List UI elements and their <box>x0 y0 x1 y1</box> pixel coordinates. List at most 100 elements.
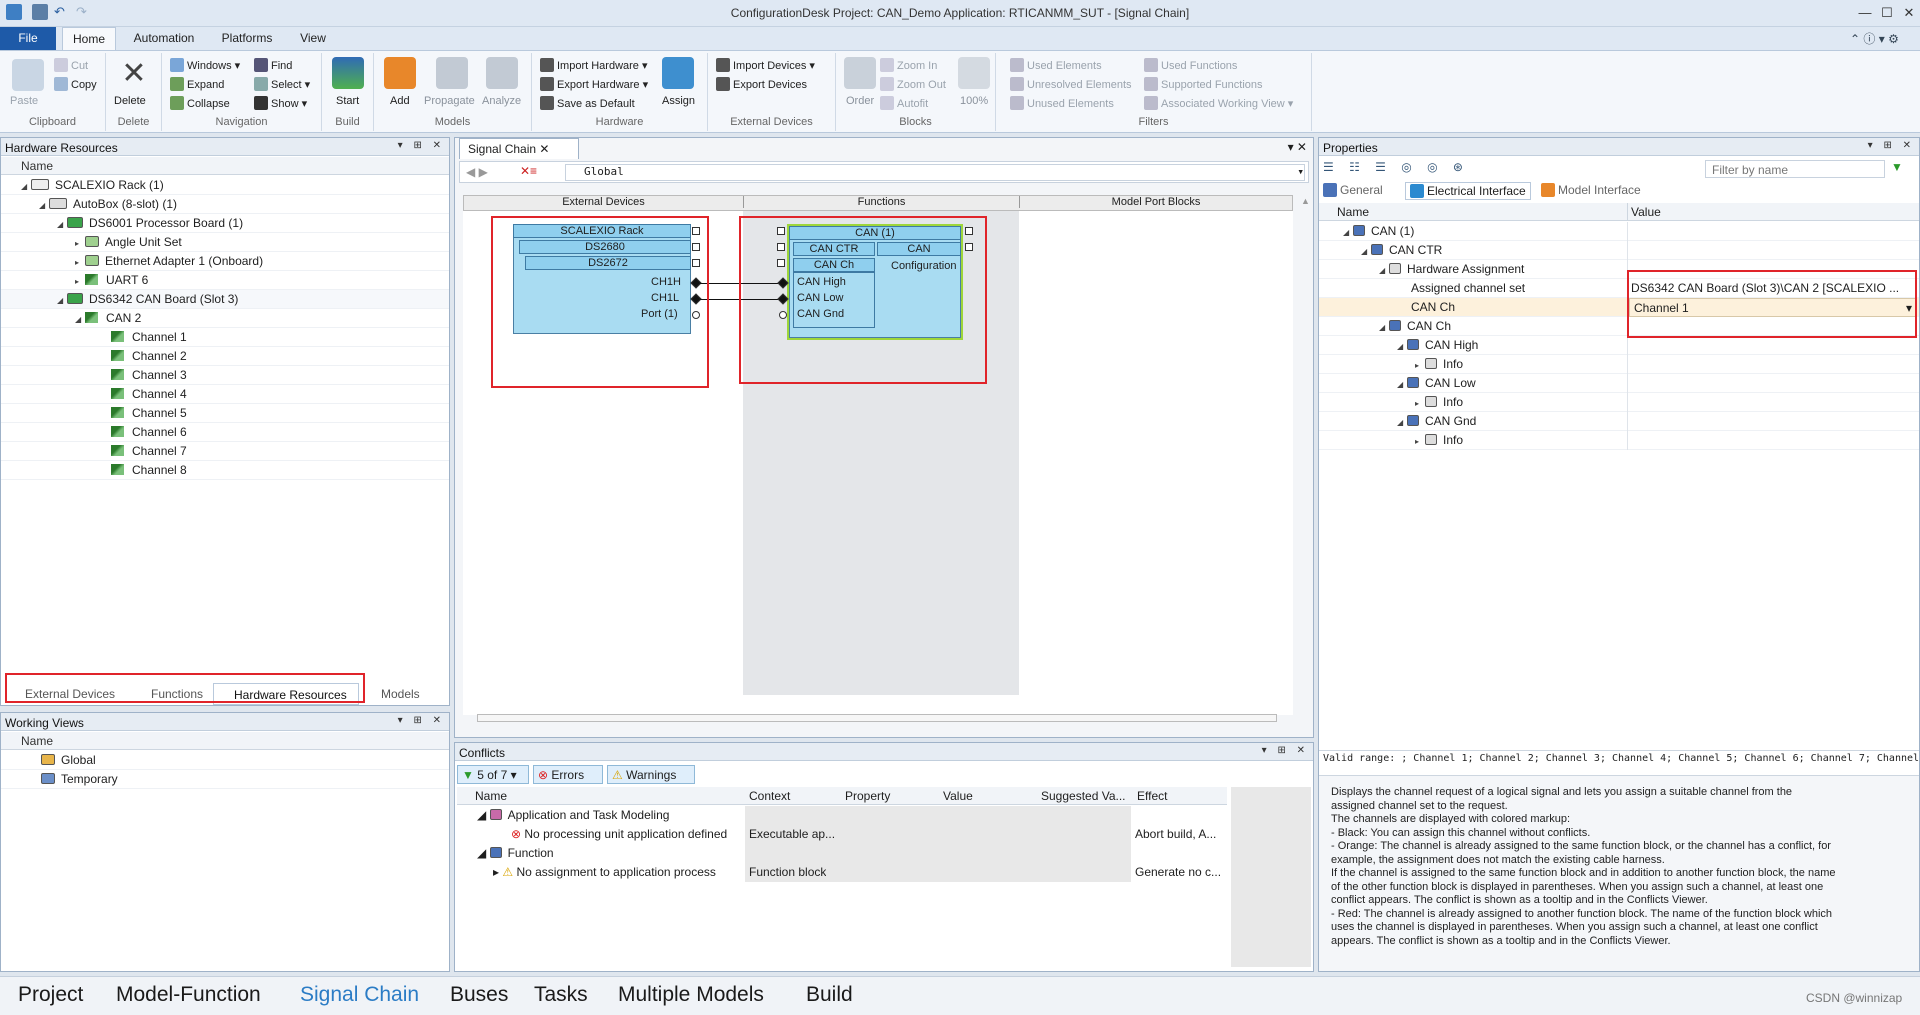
order-button[interactable]: Order <box>846 95 874 107</box>
tree-item[interactable]: Channel 1 <box>1 328 449 347</box>
analyze-button[interactable]: Analyze <box>482 95 521 107</box>
panel-pin-icons[interactable]: ▾ ⊞ ✕ <box>1868 140 1915 151</box>
properties-toolbar-icons[interactable]: ☰ ☷ ☰ ◎ ◎ ⊛ <box>1323 160 1473 178</box>
used-functions-button[interactable]: Used Functions <box>1144 58 1237 72</box>
property-row[interactable]: ◢ CAN High <box>1319 336 1919 355</box>
view-signal-chain[interactable]: Signal Chain <box>300 983 419 1007</box>
tab-view[interactable]: View <box>290 27 336 50</box>
col-effect[interactable]: Effect <box>1137 789 1167 803</box>
export-devices-button[interactable]: Export Devices <box>716 77 807 91</box>
tree-item[interactable]: ▸ UART 6 <box>1 271 449 290</box>
column-header[interactable]: Name <box>1 732 449 750</box>
vertical-scrollbar[interactable]: ▲ <box>1301 196 1311 716</box>
table-row[interactable]: ◢ Application and Task Modeling <box>477 806 669 825</box>
help-icons[interactable]: ⌃ ⓘ ▾ ⚙ <box>1850 30 1910 47</box>
zoom-level[interactable]: 100% <box>960 95 988 107</box>
col-name[interactable]: Name <box>475 789 507 803</box>
select-button[interactable]: Select ▾ <box>254 77 310 91</box>
tab-file[interactable]: File <box>0 27 56 50</box>
working-view-item[interactable]: Global <box>1 751 449 770</box>
col-property[interactable]: Property <box>845 789 890 803</box>
save-as-default-button[interactable]: Save as Default <box>540 96 635 110</box>
property-row[interactable]: ▸ Info <box>1319 355 1919 374</box>
tree-item[interactable]: Channel 5 <box>1 404 449 423</box>
tab-electrical-interface[interactable]: Electrical Interface <box>1405 182 1531 200</box>
tab-home[interactable]: Home <box>62 27 116 50</box>
unresolved-elements-button[interactable]: Unresolved Elements <box>1010 77 1132 91</box>
tree-item[interactable]: ▸ Ethernet Adapter 1 (Onboard) <box>1 252 449 271</box>
import-hardware-button[interactable]: Import Hardware ▾ <box>540 58 648 72</box>
back-icon[interactable]: ◀ ▶ <box>466 165 488 179</box>
tree-item[interactable]: Channel 3 <box>1 366 449 385</box>
conflict-filter-dropdown[interactable]: ▼ 5 of 7 ▾ <box>457 765 529 784</box>
tree-item[interactable]: ◢ SCALEXIO Rack (1) <box>1 176 449 195</box>
working-view-select[interactable]: Global ▾ <box>565 164 1305 181</box>
view-model-function[interactable]: Model-Function <box>116 983 261 1007</box>
tree-item[interactable]: Channel 8 <box>1 461 449 480</box>
property-row[interactable]: ◢ CAN CTR <box>1319 241 1919 260</box>
tree-item[interactable]: ◢ DS6001 Processor Board (1) <box>1 214 449 233</box>
view-tasks[interactable]: Tasks <box>534 983 588 1007</box>
view-project[interactable]: Project <box>18 983 83 1007</box>
tab-automation[interactable]: Automation <box>124 27 204 50</box>
show-button[interactable]: Show ▾ <box>254 96 307 110</box>
maximize-button[interactable]: ☐ <box>1876 4 1898 22</box>
col-value[interactable]: Value <box>1631 205 1661 219</box>
zoom-in-button[interactable]: Zoom In <box>880 58 937 72</box>
view-buses[interactable]: Buses <box>450 983 508 1007</box>
tree-item[interactable]: Channel 6 <box>1 423 449 442</box>
tree-item[interactable]: Channel 2 <box>1 347 449 366</box>
tree-item[interactable]: ▸ Angle Unit Set <box>1 233 449 252</box>
minimize-button[interactable]: — <box>1854 4 1876 22</box>
cut-button[interactable]: Cut <box>54 58 88 72</box>
warnings-toggle[interactable]: ⚠ Warnings <box>607 765 695 784</box>
tab-general[interactable]: General <box>1323 183 1383 197</box>
delete-button[interactable]: Delete <box>114 95 146 107</box>
windows-button[interactable]: Windows ▾ <box>170 58 240 72</box>
propagate-button[interactable]: Propagate <box>424 95 475 107</box>
table-row[interactable]: ◢ Function <box>477 844 554 863</box>
used-elements-button[interactable]: Used Elements <box>1010 58 1102 72</box>
view-multiple-models[interactable]: Multiple Models <box>618 983 764 1007</box>
close-button[interactable]: ✕ <box>1898 4 1920 22</box>
working-view-item[interactable]: Temporary <box>1 770 449 789</box>
tree-item[interactable]: ◢ AutoBox (8-slot) (1) <box>1 195 449 214</box>
assign-button[interactable]: Assign <box>662 95 695 107</box>
start-button[interactable]: Start <box>336 95 359 107</box>
unused-elements-button[interactable]: Unused Elements <box>1010 96 1114 110</box>
col-suggested[interactable]: Suggested Va... <box>1041 789 1126 803</box>
expand-button[interactable]: Expand <box>170 77 224 91</box>
col-context[interactable]: Context <box>749 789 790 803</box>
paste-button[interactable]: Paste <box>10 95 38 107</box>
zoom-out-button[interactable]: Zoom Out <box>880 77 946 91</box>
autofit-button[interactable]: Autofit <box>880 96 928 110</box>
import-devices-button[interactable]: Import Devices ▾ <box>716 58 815 72</box>
col-name[interactable]: Name <box>1337 205 1369 219</box>
supported-functions-button[interactable]: Supported Functions <box>1144 77 1263 91</box>
panel-pin-icons[interactable]: ▾ ⊞ ✕ <box>398 715 445 726</box>
tab-signal-chain[interactable]: Signal Chain ✕ <box>459 138 579 159</box>
tree-item[interactable]: Channel 4 <box>1 385 449 404</box>
property-row[interactable]: ◢ CAN Gnd <box>1319 412 1919 431</box>
add-button[interactable]: Add <box>390 95 410 107</box>
property-row[interactable]: ▸ Info <box>1319 431 1919 450</box>
table-row[interactable]: ▸ ⚠ No assignment to application process <box>493 863 716 882</box>
errors-toggle[interactable]: ⊗ Errors <box>533 765 603 784</box>
column-header[interactable]: Name <box>1 157 449 175</box>
horizontal-scrollbar[interactable] <box>477 714 1277 722</box>
tree-item[interactable]: ◢ CAN 2 <box>1 309 449 328</box>
property-row[interactable]: ◢ CAN Low <box>1319 374 1919 393</box>
export-hardware-button[interactable]: Export Hardware ▾ <box>540 77 648 91</box>
associated-working-view-button[interactable]: Associated Working View ▾ <box>1144 96 1293 110</box>
panel-menu-icon[interactable]: ▾ ✕ <box>1288 140 1307 154</box>
table-row[interactable]: ⊗ No processing unit application defined <box>511 825 727 844</box>
property-row[interactable]: ▸ Info <box>1319 393 1919 412</box>
collapse-button[interactable]: Collapse <box>170 96 230 110</box>
property-row[interactable]: ◢ CAN (1) <box>1319 222 1919 241</box>
panel-pin-icons[interactable]: ▾ ⊞ ✕ <box>1262 745 1309 756</box>
tab-models[interactable]: Models <box>361 683 437 705</box>
panel-pin-icons[interactable]: ▾ ⊞ ✕ <box>398 140 445 151</box>
view-build[interactable]: Build <box>806 983 853 1007</box>
tree-item[interactable]: Channel 7 <box>1 442 449 461</box>
tab-model-interface[interactable]: Model Interface <box>1541 183 1641 197</box>
